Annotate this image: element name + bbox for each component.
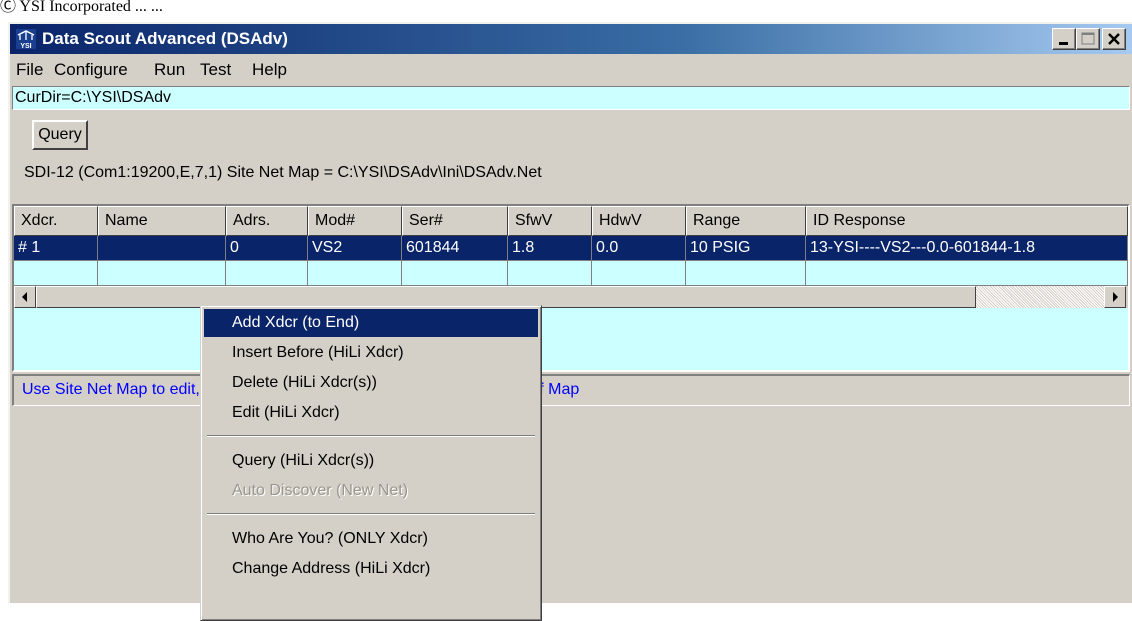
sdi-connection-info: SDI-12 (Com1:19200,E,7,1) Site Net Map =… [24,164,542,181]
menu-item-delete[interactable]: Delete (HiLi Xdcr(s)) [204,369,538,397]
column-header-mod[interactable]: Mod# [308,206,402,236]
empty-cell [98,261,226,286]
column-header-hdwv[interactable]: HdwV [592,206,686,236]
empty-cell [806,261,1128,286]
cell-ser: 601844 [402,236,508,261]
menu-help[interactable]: Help [252,60,287,80]
site-net-map-grid[interactable]: Xdcr. Name Adrs. Mod# Ser# SfwV HdwV Ran… [12,204,1130,372]
title-bar[interactable]: YSI Data Scout Advanced (DSAdv) [10,24,1132,54]
column-header-adrs[interactable]: Adrs. [226,206,308,236]
column-header-id-response[interactable]: ID Response [806,206,1128,236]
minimize-button[interactable] [1052,28,1076,50]
menu-item-auto-discover: Auto Discover (New Net) [232,482,409,499]
arrow-left-icon [22,292,27,302]
empty-cell [308,261,402,286]
column-header-range[interactable]: Range [686,206,806,236]
cell-id-response: 13-YSI----VS2---0.0-601844-1.8 [806,236,1128,261]
empty-cell [402,261,508,286]
arrow-right-icon [1113,292,1118,302]
close-icon [1108,33,1120,45]
minimize-icon [1059,42,1068,45]
horizontal-scrollbar[interactable] [14,286,1128,308]
menu-file[interactable]: File [16,60,43,80]
current-directory-field[interactable]: CurDir=C:\YSI\DSAdv [12,86,1130,110]
status-message: Use Site Net Map to edit, query, or chan… [12,374,1130,406]
window-title: Data Scout Advanced (DSAdv) [42,29,288,48]
menu-separator [207,513,535,515]
scroll-track[interactable] [976,286,1104,308]
context-menu: Add Xdcr (to End) Insert Before (HiLi Xd… [200,305,542,621]
svg-text:YSI: YSI [20,43,31,49]
menu-item-insert-before[interactable]: Insert Before (HiLi Xdcr) [204,339,538,367]
page-caption: Ⓒ YSI Incorporated ... ... [0,0,163,15]
ysi-icon: YSI [16,29,36,49]
table-row-empty[interactable] [14,261,1128,286]
scroll-right-button[interactable] [1104,286,1126,308]
column-header-xdcr[interactable]: Xdcr. [14,206,98,236]
maximize-icon [1081,32,1095,45]
menu-item-add-xdcr[interactable]: Add Xdcr (to End) [204,309,538,337]
maximize-button[interactable] [1076,28,1100,50]
cell-hdwv: 0.0 [592,236,686,261]
menu-item-who-are-you[interactable]: Who Are You? (ONLY Xdcr) [204,525,538,553]
menu-test[interactable]: Test [200,60,231,80]
column-header-name[interactable]: Name [98,206,226,236]
menu-run[interactable]: Run [154,60,185,80]
menu-bar: File Configure Run Test Help [10,54,1132,84]
cell-name [98,236,226,261]
menu-configure[interactable]: Configure [54,60,128,80]
empty-cell [14,261,98,286]
cell-sfwv: 1.8 [508,236,592,261]
cell-adrs: 0 [226,236,308,261]
empty-cell [226,261,308,286]
table-row[interactable]: # 1 0 VS2 601844 1.8 0.0 10 PSIG 13-YSI-… [14,236,1128,261]
menu-separator [207,435,535,437]
cell-xdcr: # 1 [14,236,98,261]
empty-cell [592,261,686,286]
column-header-ser[interactable]: Ser# [402,206,508,236]
close-button[interactable] [1102,28,1126,50]
empty-cell [686,261,806,286]
menu-item-query[interactable]: Query (HiLi Xdcr(s)) [204,447,538,475]
scroll-left-button[interactable] [14,286,36,308]
empty-cell [508,261,592,286]
menu-item-edit[interactable]: Edit (HiLi Xdcr) [204,399,538,427]
grid-header-row: Xdcr. Name Adrs. Mod# Ser# SfwV HdwV Ran… [14,206,1128,236]
app-window: YSI Data Scout Advanced (DSAdv) File Con… [8,22,1132,621]
column-header-sfwv[interactable]: SfwV [508,206,592,236]
menu-item-change-address[interactable]: Change Address (HiLi Xdcr) [204,555,538,583]
query-button[interactable]: Query [32,120,88,150]
cell-range: 10 PSIG [686,236,806,261]
cell-mod: VS2 [308,236,402,261]
